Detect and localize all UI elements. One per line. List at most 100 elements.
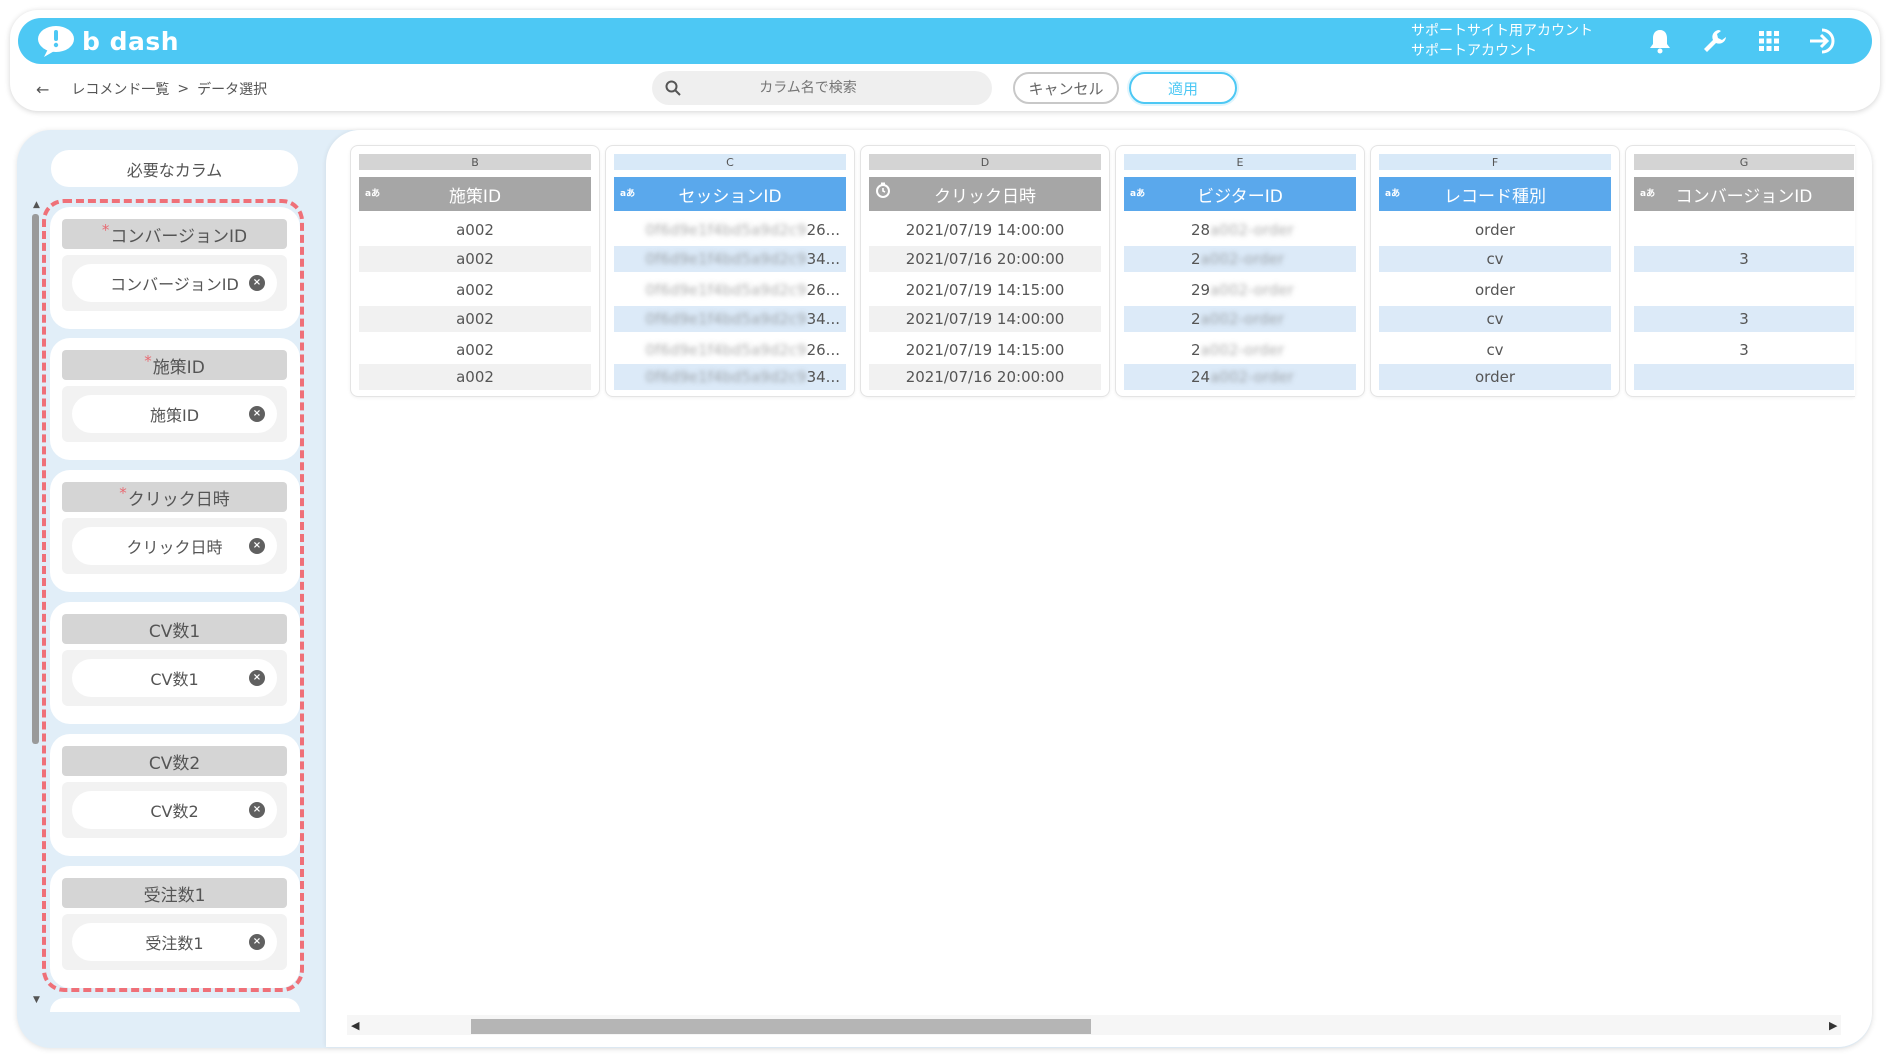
redacted-value: a002-order	[1200, 310, 1285, 328]
wrench-icon[interactable]	[1700, 26, 1730, 56]
table-cell: a002	[359, 246, 591, 272]
table-cell: 2021/07/16 20:00:00	[869, 246, 1101, 272]
cell-value: 26...	[806, 281, 840, 299]
column-header[interactable]: aあ コンバージョンID	[1634, 177, 1854, 211]
column-name: セッションID	[678, 186, 782, 207]
column-card-e[interactable]: Eaあ ビジターID 28 a002-order 2 a002-order 29 a002-o…	[1115, 145, 1365, 397]
table-cell: order	[1379, 276, 1611, 304]
logo-bubble-icon	[38, 26, 74, 57]
redacted-value: a002-order	[1210, 221, 1294, 239]
table-cell	[1634, 364, 1854, 390]
table-cell: cv	[1379, 336, 1611, 364]
left-scrollbar-thumb[interactable]	[32, 214, 39, 744]
table-cell: 29 a002-order	[1124, 276, 1356, 304]
table-cell: 0f6d9e1f4bd5a9d2c9 26...	[614, 276, 846, 304]
scroll-down-arrow-icon[interactable]: ▼	[33, 995, 40, 1005]
table-cell: cv	[1379, 306, 1611, 332]
redacted-value: 0f6d9e1f4bd5a9d2c9	[645, 341, 807, 359]
table-cell: a002	[359, 276, 591, 304]
column-header[interactable]: クリック日時	[869, 177, 1101, 211]
cell-value: order	[1475, 368, 1515, 386]
table-cell: 2 a002-order	[1124, 336, 1356, 364]
grid-icon[interactable]	[1754, 26, 1784, 56]
column-letter: C	[614, 154, 846, 170]
column-card-g[interactable]: Gaあ コンバージョンID 3 3 3	[1625, 145, 1855, 397]
table-cell: 2021/07/19 14:00:00	[869, 306, 1101, 332]
bell-icon[interactable]	[1645, 26, 1675, 56]
redacted-value: 0f6d9e1f4bd5a9d2c9	[645, 221, 807, 239]
column-name: ビジターID	[1197, 186, 1283, 207]
account-site-name: サポートサイト用アカウント	[1411, 23, 1593, 39]
bdash-logo[interactable]: b dash	[36, 24, 179, 58]
table-cell: 3	[1634, 306, 1854, 332]
cell-value: order	[1475, 281, 1515, 299]
cancel-button[interactable]: キャンセル	[1013, 72, 1119, 104]
column-card-c[interactable]: Caあ セッションID 0f6d9e1f4bd5a9d2c9 26... 0f6d9e1…	[605, 145, 855, 397]
table-cell: 2021/07/19 14:00:00	[869, 216, 1101, 244]
text-type-icon: aあ	[620, 189, 636, 199]
cell-value: a002	[456, 310, 494, 328]
column-letter: B	[359, 154, 591, 170]
column-name: 施策ID	[448, 186, 502, 207]
table-cell: a002	[359, 306, 591, 332]
cell-value: 2021/07/19 14:00:00	[905, 310, 1065, 328]
table-cell: a002	[359, 336, 591, 364]
column-search[interactable]	[652, 71, 992, 105]
required-columns-highlight	[42, 199, 304, 992]
column-name: レコード種別	[1444, 186, 1546, 207]
horizontal-scrollbar-thumb[interactable]	[471, 1019, 1091, 1034]
redacted-value: 0f6d9e1f4bd5a9d2c9	[645, 250, 807, 268]
cell-value: 24	[1191, 368, 1211, 386]
apply-button[interactable]: 適用	[1129, 72, 1237, 104]
text-type-icon: aあ	[365, 189, 381, 199]
cell-value: 28	[1191, 221, 1211, 239]
account-info[interactable]: サポートサイト用アカウント サポートアカウント	[1411, 21, 1593, 61]
cell-value: 29	[1191, 281, 1211, 299]
account-user-name: サポートアカウント	[1411, 43, 1537, 59]
redacted-value: a002-order	[1200, 250, 1285, 268]
cell-value: a002	[456, 341, 494, 359]
breadcrumb-recommend-list[interactable]: レコメンド一覧	[71, 79, 169, 99]
cell-value: 34...	[806, 310, 840, 328]
column-header[interactable]: aあ ビジターID	[1124, 177, 1356, 211]
redacted-value: a002-order	[1200, 341, 1285, 359]
table-cell: order	[1379, 216, 1611, 244]
column-card-f[interactable]: Faあ レコード種別 order cv order cv cv order	[1370, 145, 1620, 397]
column-header[interactable]: aあ 施策ID	[359, 177, 591, 211]
table-cell: 2 a002-order	[1124, 306, 1356, 332]
cell-value: a002	[456, 221, 494, 239]
table-cell: 0f6d9e1f4bd5a9d2c9 26...	[614, 336, 846, 364]
table-cell: a002	[359, 216, 591, 244]
column-card-d[interactable]: D クリック日時 2021/07/19 14:00:00 2021/07/16 20:…	[860, 145, 1110, 397]
column-letter: E	[1124, 154, 1356, 170]
scroll-up-arrow-icon[interactable]: ▲	[33, 200, 40, 210]
redacted-value: 0f6d9e1f4bd5a9d2c9	[645, 310, 807, 328]
cell-value: 2021/07/19 14:15:00	[905, 341, 1065, 359]
logo-text: b dash	[82, 26, 180, 56]
column-letter: F	[1379, 154, 1611, 170]
redacted-value: a002-order	[1210, 368, 1294, 386]
table-cell: cv	[1379, 246, 1611, 272]
breadcrumb-data-select: データ選択	[197, 82, 268, 98]
required-columns-title: 必要なカラム	[51, 150, 298, 187]
column-header[interactable]: aあ レコード種別	[1379, 177, 1611, 211]
clock-icon	[875, 182, 891, 201]
column-card-b[interactable]: Baあ 施策ID a002 a002 a002 a002 a002 a002	[350, 145, 600, 397]
column-letter: D	[869, 154, 1101, 170]
text-type-icon: aあ	[1385, 189, 1401, 199]
scroll-right-arrow-icon[interactable]: ▶	[1829, 1019, 1837, 1032]
table-cell: order	[1379, 364, 1611, 390]
redacted-value: 0f6d9e1f4bd5a9d2c9	[645, 368, 807, 386]
table-cell	[1634, 276, 1854, 304]
table-cell: 0f6d9e1f4bd5a9d2c9 34...	[614, 306, 846, 332]
table-cell: 0f6d9e1f4bd5a9d2c9 34...	[614, 246, 846, 272]
cell-value: 3	[1739, 250, 1749, 268]
column-header[interactable]: aあ セッションID	[614, 177, 846, 211]
logout-icon[interactable]	[1808, 26, 1838, 56]
cell-value: cv	[1486, 341, 1504, 359]
scroll-left-arrow-icon[interactable]: ◀	[351, 1019, 359, 1032]
search-input[interactable]	[678, 79, 938, 97]
back-arrow-icon[interactable]: ←	[36, 80, 49, 99]
table-cell: 3	[1634, 246, 1854, 272]
cell-value: 26...	[806, 341, 840, 359]
